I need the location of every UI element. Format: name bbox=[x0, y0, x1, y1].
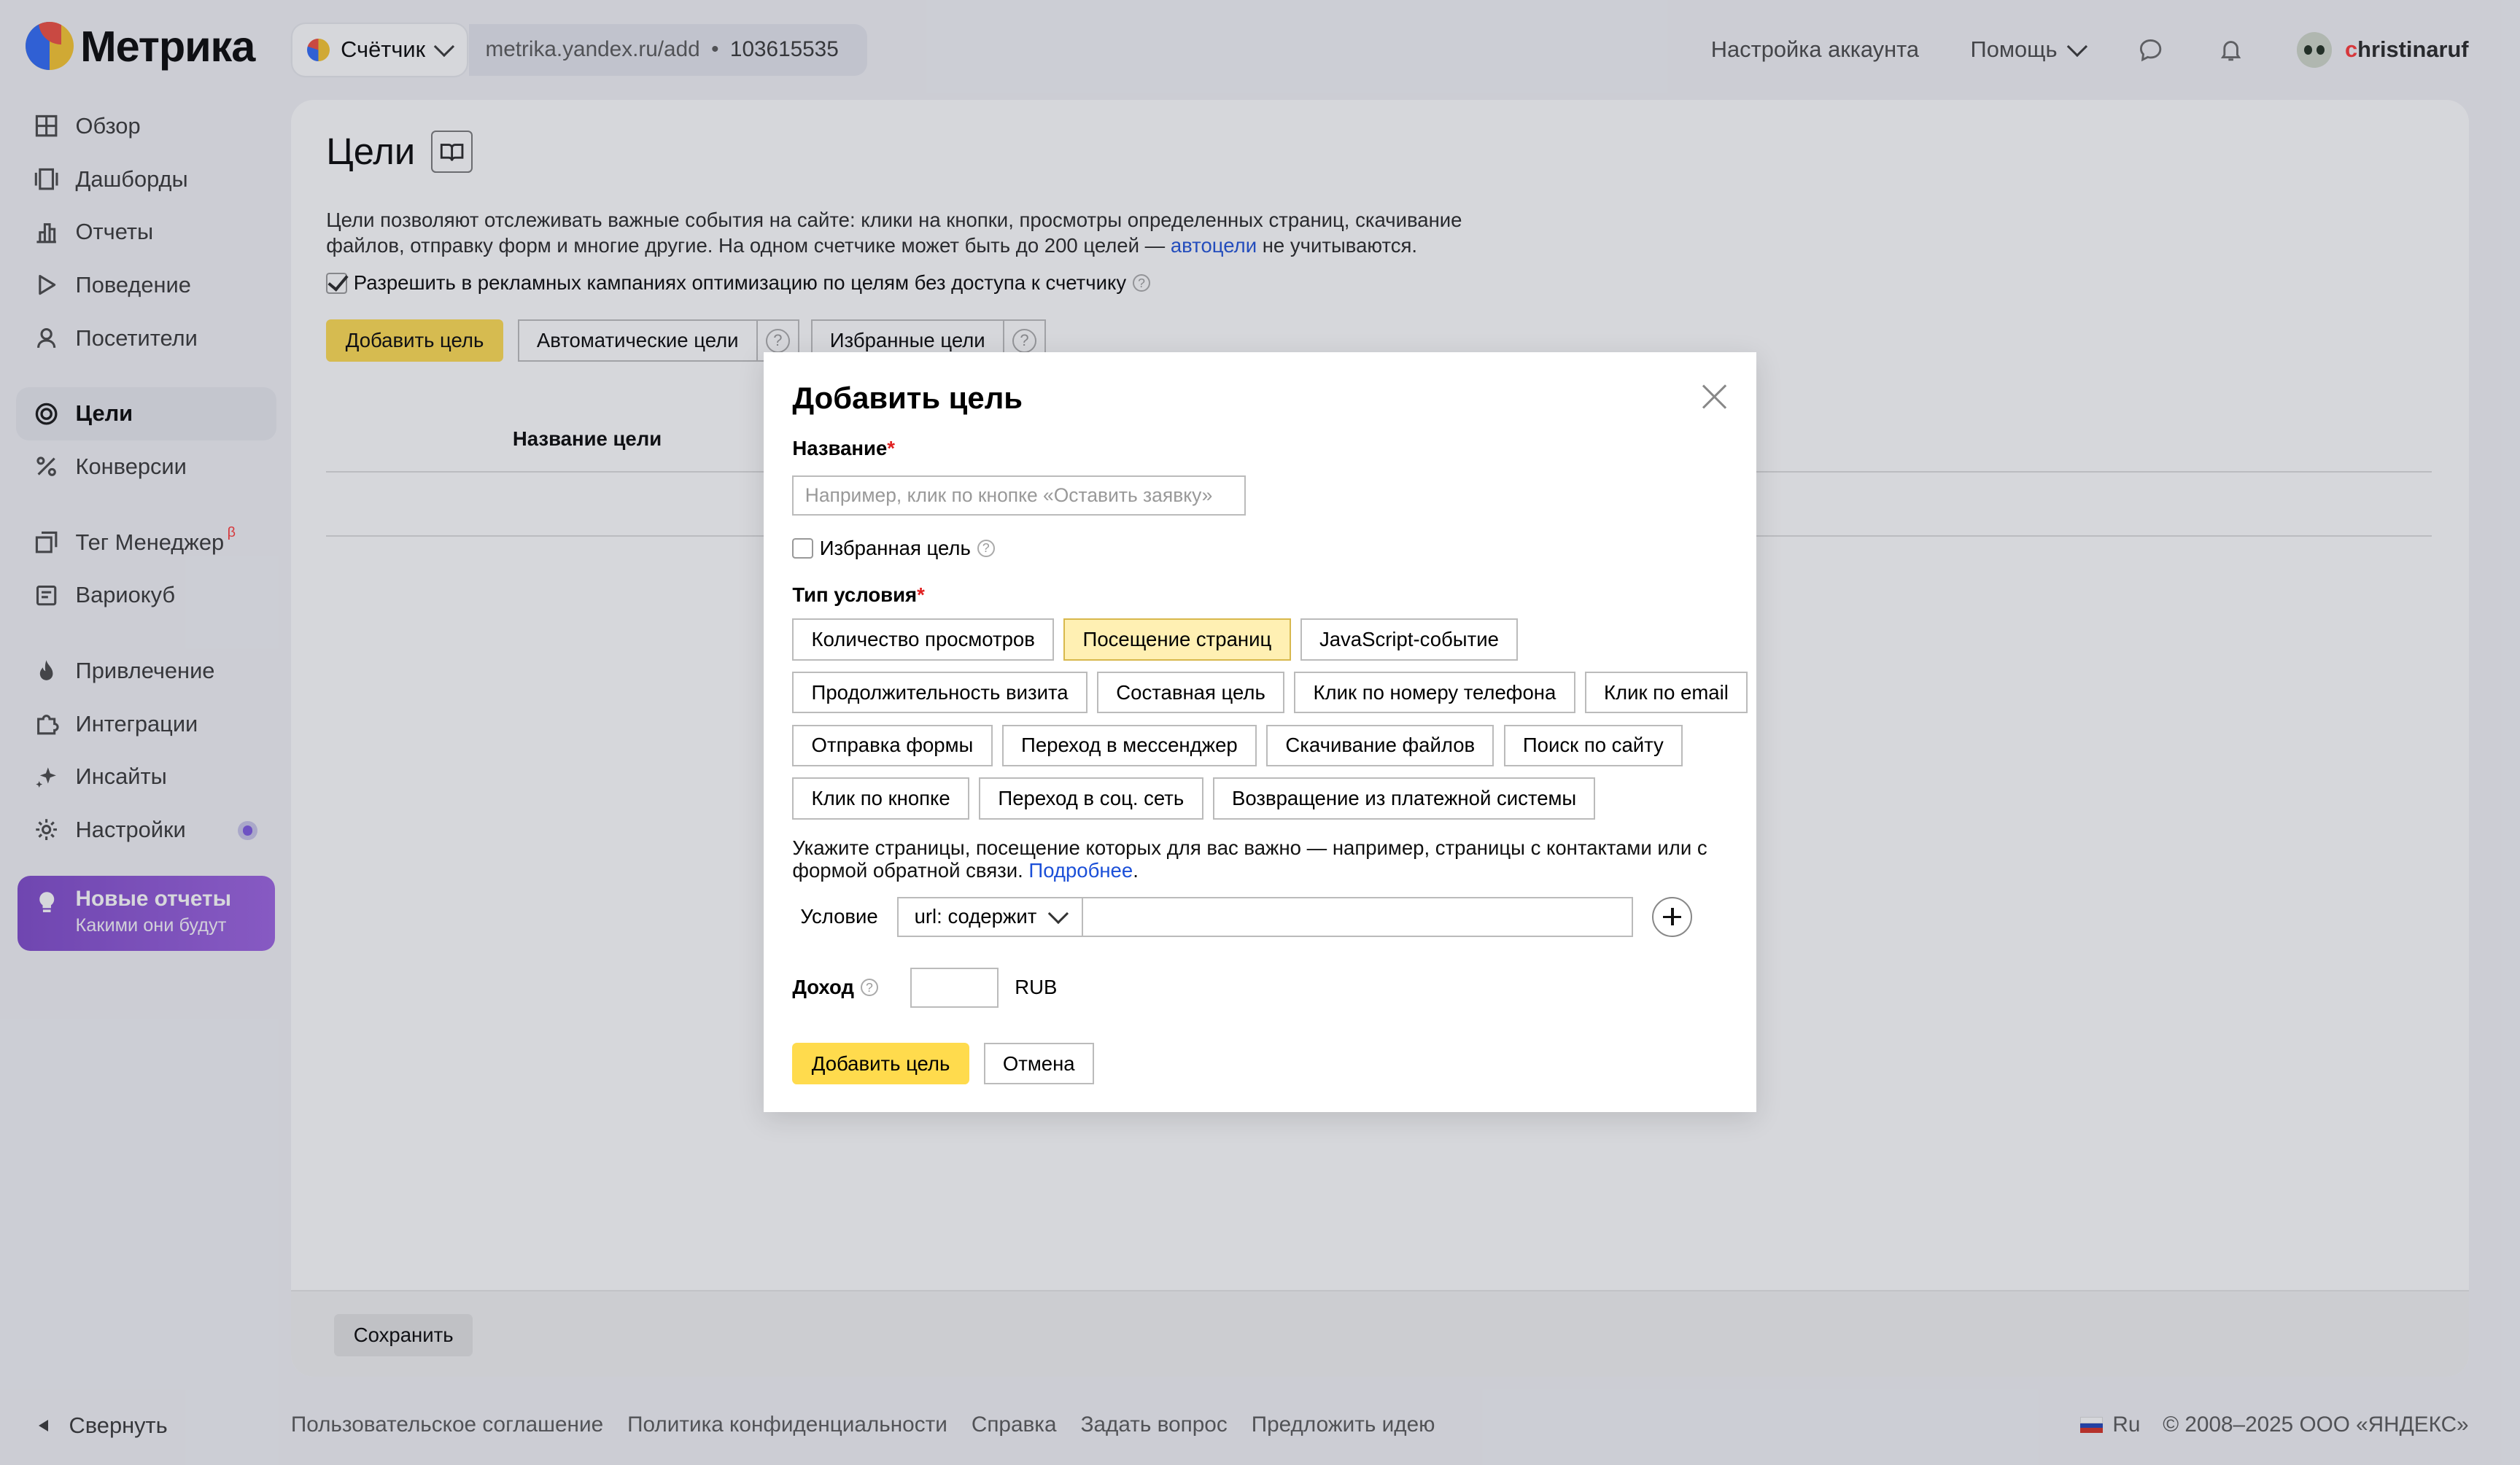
type-email-click[interactable]: Клик по email bbox=[1584, 672, 1748, 714]
favorite-goal-option: Избранная цель ? bbox=[792, 537, 995, 560]
type-payment-return[interactable]: Возвращение из платежной системы bbox=[1212, 777, 1596, 820]
income-label: Доход bbox=[792, 976, 854, 999]
type-social-click[interactable]: Переход в соц. сеть bbox=[979, 777, 1203, 820]
condition-type-label: Тип условия* bbox=[792, 583, 925, 606]
condition-label: Условие bbox=[800, 905, 878, 928]
question-icon[interactable]: ? bbox=[860, 978, 878, 997]
type-site-search[interactable]: Поиск по сайту bbox=[1503, 724, 1683, 767]
income-row: Доход ? RUB bbox=[792, 967, 1058, 1008]
type-button-click[interactable]: Клик по кнопке bbox=[792, 777, 969, 820]
type-messenger-click[interactable]: Переход в мессенджер bbox=[1001, 724, 1257, 767]
type-page-visit[interactable]: Посещение страниц bbox=[1063, 618, 1291, 661]
income-input[interactable] bbox=[910, 967, 999, 1008]
type-file-download[interactable]: Скачивание файлов bbox=[1266, 724, 1494, 767]
condition-hint: Укажите страницы, посещение которых для … bbox=[792, 836, 1707, 882]
cancel-button[interactable]: Отмена bbox=[983, 1043, 1094, 1085]
type-form-submit[interactable]: Отправка формы bbox=[792, 724, 993, 767]
condition-operator-value: url: содержит bbox=[914, 905, 1037, 928]
type-visit-duration[interactable]: Продолжительность визита bbox=[792, 672, 1088, 714]
favorite-goal-checkbox[interactable] bbox=[792, 537, 813, 559]
question-icon[interactable]: ? bbox=[977, 539, 995, 558]
condition-row: Условие url: содержит bbox=[792, 896, 1693, 937]
type-phone-click[interactable]: Клик по номеру телефона bbox=[1294, 672, 1575, 714]
condition-value-input[interactable] bbox=[1083, 896, 1633, 937]
modal-title: Добавить цель bbox=[792, 381, 1023, 416]
condition-type-selector: Количество просмотров Посещение страниц … bbox=[792, 618, 1748, 831]
name-label: Название* bbox=[792, 437, 895, 460]
favorite-goal-label: Избранная цель bbox=[819, 536, 971, 559]
condition-operator-select[interactable]: url: содержит bbox=[896, 896, 1084, 937]
close-icon[interactable] bbox=[1702, 384, 1728, 410]
chevron-down-icon bbox=[1048, 903, 1069, 924]
add-condition-button[interactable] bbox=[1652, 896, 1693, 937]
currency-label: RUB bbox=[1015, 976, 1058, 999]
modal-actions: Добавить цель Отмена bbox=[792, 1043, 1094, 1085]
type-pageviews-count[interactable]: Количество просмотров bbox=[792, 618, 1055, 661]
learn-more-link[interactable]: Подробнее bbox=[1028, 859, 1133, 882]
add-goal-modal: Добавить цель Название* Избранная цель ?… bbox=[763, 351, 1757, 1112]
type-javascript-event[interactable]: JavaScript-событие bbox=[1300, 618, 1519, 661]
submit-goal-button[interactable]: Добавить цель bbox=[792, 1043, 969, 1085]
type-composite-goal[interactable]: Составная цель bbox=[1097, 672, 1285, 714]
goal-name-input[interactable] bbox=[792, 475, 1246, 516]
